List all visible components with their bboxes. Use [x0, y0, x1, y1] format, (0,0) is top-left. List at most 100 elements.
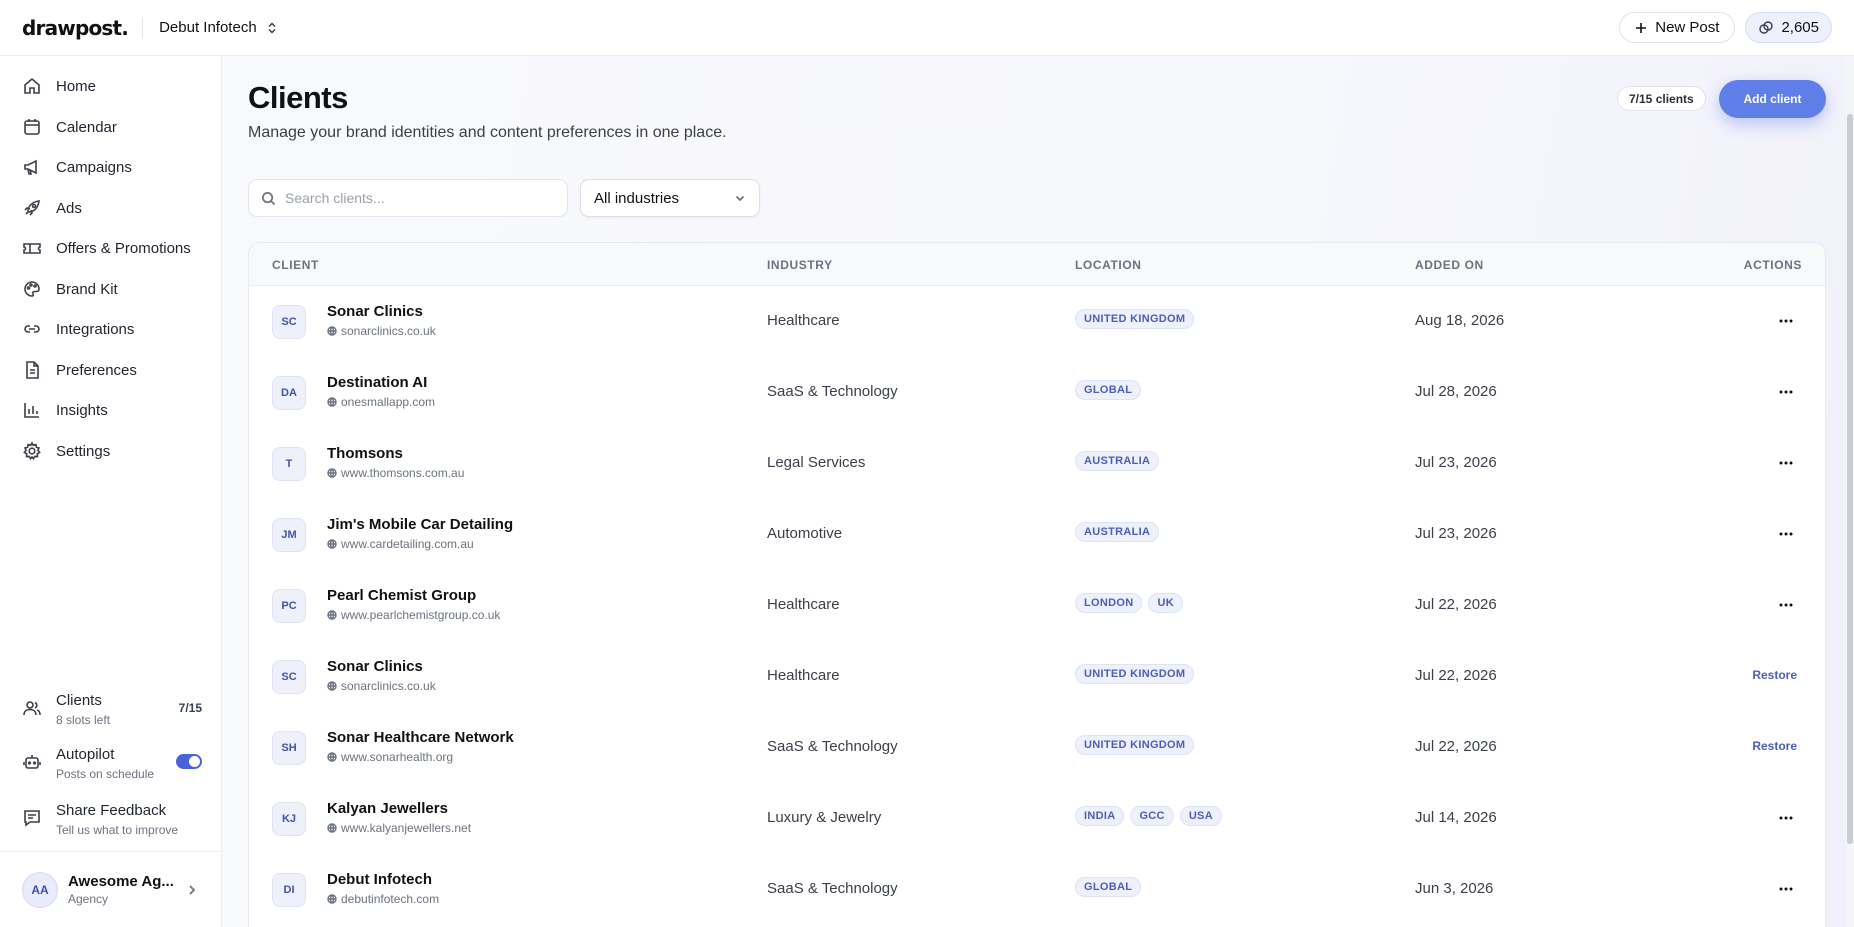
- restore-button[interactable]: Restore: [1752, 739, 1797, 753]
- top-bar: drawpost. Debut Infotech New Post 2,605: [0, 0, 1854, 56]
- calendar-icon: [24, 119, 40, 135]
- client-industry: Healthcare: [767, 667, 840, 684]
- globe-icon: [327, 681, 337, 691]
- client-website[interactable]: debutinfotech.com: [327, 892, 439, 906]
- table-row[interactable]: PC Pearl Chemist Group www.pearlchemistg…: [249, 570, 1825, 641]
- sidebar-item-preferences[interactable]: Preferences: [22, 356, 137, 384]
- client-website[interactable]: www.kalyanjewellers.net: [327, 821, 471, 835]
- rocket-icon: [24, 200, 40, 216]
- sidebar-item-ads[interactable]: Ads: [22, 194, 82, 222]
- page-scrollbar[interactable]: [1846, 56, 1854, 927]
- client-locations: GLOBAL: [1075, 877, 1142, 897]
- client-name[interactable]: Sonar Clinics: [327, 658, 423, 675]
- column-header-client[interactable]: CLIENT: [272, 258, 319, 272]
- client-added-date: Jul 23, 2026: [1415, 525, 1497, 542]
- more-horizontal-icon: [1779, 390, 1793, 394]
- client-avatar: PC: [272, 589, 306, 623]
- sidebar-share-feedback[interactable]: Share Feedback Tell us what to improve: [22, 802, 202, 838]
- column-header-industry[interactable]: INDUSTRY: [767, 258, 833, 272]
- sidebar-item-label: Ads: [56, 199, 82, 217]
- table-row[interactable]: DI Debut Infotech debutinfotech.com SaaS…: [249, 854, 1825, 925]
- table-row[interactable]: JM Jim's Mobile Car Detailing www.cardet…: [249, 499, 1825, 570]
- autopilot-toggle[interactable]: [176, 754, 202, 769]
- sidebar-item-integrations[interactable]: Integrations: [22, 315, 134, 343]
- table-row[interactable]: T Thomsons www.thomsons.com.au Legal Ser…: [249, 428, 1825, 499]
- client-added-date: Jul 22, 2026: [1415, 667, 1497, 684]
- table-row[interactable]: KJ Kalyan Jewellers www.kalyanjewellers.…: [249, 783, 1825, 854]
- workspace-name: Debut Infotech: [159, 19, 257, 36]
- sidebar-item-calendar[interactable]: Calendar: [22, 113, 117, 141]
- add-client-button[interactable]: Add client: [1719, 80, 1826, 118]
- table-row[interactable]: SC Sonar Clinics sonarclinics.co.uk Heal…: [249, 641, 1825, 712]
- table-row[interactable]: DA Destination AI onesmallapp.com SaaS &…: [249, 357, 1825, 428]
- new-post-button[interactable]: New Post: [1619, 12, 1736, 43]
- sidebar-item-label: Preferences: [56, 361, 137, 379]
- client-locations: GLOBAL: [1075, 380, 1142, 400]
- client-name[interactable]: Jim's Mobile Car Detailing: [327, 516, 513, 533]
- clients-usage-title: Clients: [56, 692, 102, 709]
- row-actions-menu-button[interactable]: [1775, 878, 1797, 900]
- client-name[interactable]: Destination AI: [327, 374, 427, 391]
- row-action: [1775, 310, 1797, 332]
- client-website[interactable]: sonarclinics.co.uk: [327, 679, 436, 693]
- credits-badge[interactable]: 2,605: [1745, 12, 1832, 43]
- workspace-switcher[interactable]: Debut Infotech: [159, 19, 279, 36]
- table-row[interactable]: SC Sonar Clinics sonarclinics.co.uk Heal…: [249, 286, 1825, 357]
- client-website[interactable]: www.pearlchemistgroup.co.uk: [327, 608, 500, 622]
- chevron-right-icon: [189, 884, 196, 895]
- row-actions-menu-button[interactable]: [1775, 807, 1797, 829]
- row-actions-menu-button[interactable]: [1775, 594, 1797, 616]
- sidebar-clients-usage[interactable]: Clients 8 slots left 7/15: [22, 692, 202, 728]
- client-website[interactable]: www.sonarhealth.org: [327, 750, 453, 764]
- app-logo[interactable]: drawpost.: [22, 16, 129, 40]
- client-website[interactable]: www.thomsons.com.au: [327, 466, 464, 480]
- row-actions-menu-button[interactable]: [1775, 452, 1797, 474]
- column-header-actions: ACTIONS: [1743, 258, 1802, 272]
- client-locations: INDIA GCC USA: [1075, 806, 1222, 826]
- client-website-text: sonarclinics.co.uk: [341, 324, 436, 338]
- scrollbar-thumb[interactable]: [1847, 114, 1853, 844]
- row-actions-menu-button[interactable]: [1775, 310, 1797, 332]
- feedback-icon: [24, 810, 40, 827]
- location-tag: USA: [1179, 806, 1222, 826]
- client-name[interactable]: Sonar Healthcare Network: [327, 729, 514, 746]
- row-action: [1775, 594, 1797, 616]
- sidebar-item-insights[interactable]: Insights: [22, 396, 108, 424]
- sidebar-item-home[interactable]: Home: [22, 72, 96, 100]
- client-name[interactable]: Thomsons: [327, 445, 403, 462]
- row-actions-menu-button[interactable]: [1775, 381, 1797, 403]
- sidebar-item-label: Home: [56, 77, 97, 95]
- industry-filter-select[interactable]: All industries: [580, 179, 760, 217]
- client-avatar: SC: [272, 660, 306, 694]
- column-header-added-on[interactable]: ADDED ON: [1415, 258, 1484, 272]
- globe-icon: [327, 823, 337, 833]
- globe-icon: [327, 539, 337, 549]
- document-icon: [26, 361, 39, 379]
- clients-usage-subtitle: 8 slots left: [56, 713, 111, 727]
- sidebar-item-settings[interactable]: Settings: [22, 437, 110, 465]
- row-actions-menu-button[interactable]: [1775, 523, 1797, 545]
- column-header-location[interactable]: LOCATION: [1075, 258, 1142, 272]
- user-menu[interactable]: AA Awesome Ag... Agency: [0, 851, 221, 927]
- location-tag: UNITED KINGDOM: [1075, 664, 1195, 684]
- client-industry: SaaS & Technology: [767, 880, 898, 897]
- table-row[interactable]: SH Sonar Healthcare Network www.sonarhea…: [249, 712, 1825, 783]
- restore-button[interactable]: Restore: [1752, 668, 1797, 682]
- chevron-down-icon: [735, 195, 745, 202]
- sidebar-item-brand-kit[interactable]: Brand Kit: [22, 275, 118, 303]
- client-added-date: Jul 23, 2026: [1415, 454, 1497, 471]
- sidebar-item-label: Brand Kit: [56, 280, 118, 298]
- client-website[interactable]: sonarclinics.co.uk: [327, 324, 436, 338]
- client-industry: Luxury & Jewelry: [767, 809, 882, 826]
- client-name[interactable]: Debut Infotech: [327, 871, 432, 888]
- client-name[interactable]: Kalyan Jewellers: [327, 800, 448, 817]
- client-name[interactable]: Sonar Clinics: [327, 303, 423, 320]
- sidebar-item-offers[interactable]: Offers & Promotions: [22, 234, 191, 262]
- credits-count: 2,605: [1781, 19, 1819, 36]
- client-website[interactable]: www.cardetailing.com.au: [327, 537, 474, 551]
- client-name[interactable]: Pearl Chemist Group: [327, 587, 476, 604]
- page-subtitle: Manage your brand identities and content…: [248, 124, 727, 141]
- client-website[interactable]: onesmallapp.com: [327, 395, 435, 409]
- search-input[interactable]: [285, 190, 535, 206]
- sidebar-item-campaigns[interactable]: Campaigns: [22, 153, 132, 181]
